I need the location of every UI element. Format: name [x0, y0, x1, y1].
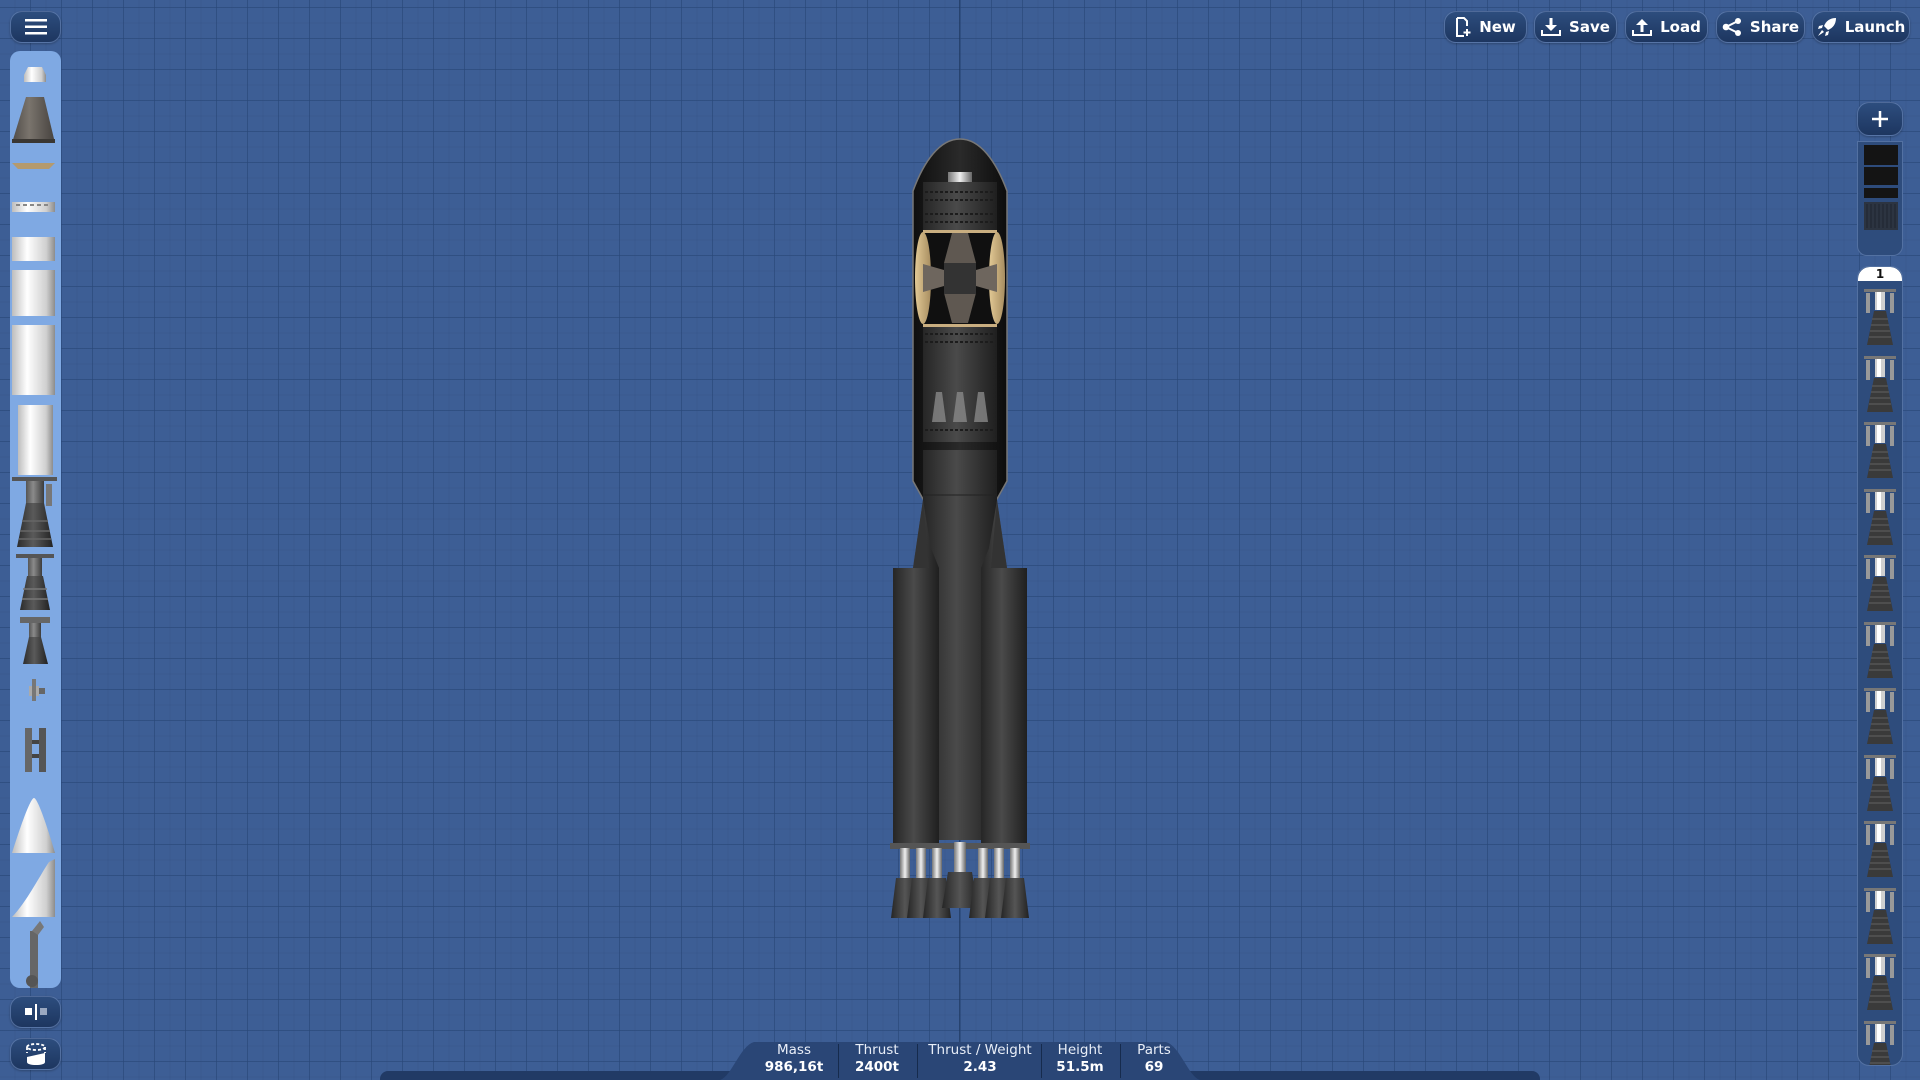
stage-engine-icon[interactable] — [1860, 420, 1900, 480]
new-file-icon — [1456, 17, 1471, 37]
save-button-label: Save — [1569, 18, 1610, 36]
new-button[interactable]: New — [1444, 11, 1527, 43]
nose-cone-part[interactable] — [12, 97, 55, 143]
rocket-vessel[interactable] — [870, 130, 1050, 950]
engine-small-part[interactable] — [20, 617, 50, 664]
stat-height: Height 51.5m — [1044, 1042, 1116, 1076]
share-icon — [1722, 18, 1741, 36]
stage-preview-panel[interactable] — [1857, 141, 1903, 256]
stage-1-panel[interactable]: 1 — [1857, 266, 1903, 1066]
fairing-cone-part[interactable] — [12, 798, 55, 853]
stage-engine-icon[interactable] — [1860, 487, 1900, 547]
fuel-tank-narrow-part[interactable] — [18, 405, 53, 475]
payload-stack — [915, 172, 1005, 442]
capsule-part[interactable] — [24, 67, 46, 82]
load-button-label: Load — [1660, 18, 1701, 36]
fuel-tank-small-part[interactable] — [12, 237, 55, 261]
stat-height-value: 51.5m — [1056, 1059, 1104, 1075]
stat-thrust: Thrust 2400t — [842, 1042, 912, 1076]
landing-leg-part[interactable] — [26, 921, 44, 988]
engine-medium-part[interactable] — [16, 554, 54, 610]
parts-panel[interactable] — [10, 51, 61, 988]
plus-icon — [1872, 111, 1888, 127]
add-stage-button[interactable] — [1857, 102, 1903, 136]
stage-payload-preview — [1864, 145, 1898, 230]
stage-engine-icon[interactable] — [1860, 354, 1900, 414]
stat-parts-value: 69 — [1144, 1059, 1164, 1075]
stat-mass-label: Mass — [777, 1042, 811, 1058]
stat-divider — [1041, 1044, 1042, 1078]
upload-icon — [1632, 19, 1653, 36]
stage-engine-icon[interactable] — [1860, 287, 1900, 347]
separator-part[interactable] — [12, 202, 55, 212]
load-button[interactable]: Load — [1625, 11, 1708, 43]
stat-divider — [838, 1044, 839, 1078]
stat-twr-label: Thrust / Weight — [928, 1042, 1032, 1058]
stage-engine-icon[interactable] — [1860, 819, 1900, 879]
stat-mass-value: 986,16t — [764, 1059, 824, 1075]
stage-engine-icon[interactable] — [1860, 620, 1900, 680]
fuel-tank-medium-part[interactable] — [12, 270, 55, 316]
stat-mass: Mass 986,16t — [754, 1042, 834, 1076]
symmetry-toggle-button[interactable] — [10, 996, 61, 1028]
vessel-stats-bar: Mass 986,16t Thrust 2400t Thrust / Weigh… — [720, 1036, 1200, 1080]
fuel-tank-large-part[interactable] — [12, 325, 55, 395]
save-button[interactable]: Save — [1534, 11, 1617, 43]
engine-large-part[interactable] — [12, 477, 57, 547]
launch-button-label: Launch — [1844, 18, 1906, 36]
share-button-label: Share — [1749, 18, 1800, 36]
menu-button[interactable] — [10, 11, 61, 43]
stat-thrust-value: 2400t — [854, 1059, 900, 1075]
stat-divider — [917, 1044, 918, 1078]
stat-parts: Parts 69 — [1123, 1042, 1185, 1076]
stage-engine-icon[interactable] — [1860, 886, 1900, 946]
symmetry-icon — [24, 1004, 47, 1020]
rocket-icon — [1817, 18, 1836, 36]
stat-divider — [1120, 1044, 1121, 1078]
stat-twr-value: 2.43 — [963, 1059, 997, 1075]
launch-button[interactable]: Launch — [1812, 11, 1910, 43]
stage-engine-icon[interactable] — [1860, 952, 1900, 1012]
stat-parts-label: Parts — [1137, 1042, 1171, 1058]
stage-engine-icon[interactable] — [1860, 553, 1900, 613]
new-button-label: New — [1479, 18, 1516, 36]
fuel-tank-icon — [25, 1043, 46, 1065]
stage-number-label: 1 — [1858, 267, 1902, 281]
engine-cluster[interactable] — [890, 842, 1030, 918]
stage-engine-icon[interactable] — [1860, 1019, 1900, 1067]
parts-category-button[interactable] — [10, 1038, 61, 1070]
rcs-thruster-part[interactable] — [29, 679, 45, 701]
side-separator-part[interactable] — [25, 728, 46, 772]
aerodynamic-fuse-part[interactable] — [12, 859, 55, 917]
download-icon — [1541, 18, 1562, 36]
stage-engine-icon[interactable] — [1860, 753, 1900, 813]
side-booster-left[interactable] — [893, 500, 939, 843]
stage-engine-icon[interactable] — [1860, 686, 1900, 746]
hamburger-menu-icon — [24, 19, 47, 35]
stat-height-label: Height — [1057, 1042, 1103, 1058]
heat-shield-part[interactable] — [12, 163, 55, 169]
stat-thrust-label: Thrust — [855, 1042, 899, 1058]
share-button[interactable]: Share — [1716, 11, 1805, 43]
side-booster-right[interactable] — [981, 500, 1027, 843]
stat-thrust-weight: Thrust / Weight 2.43 — [920, 1042, 1040, 1076]
